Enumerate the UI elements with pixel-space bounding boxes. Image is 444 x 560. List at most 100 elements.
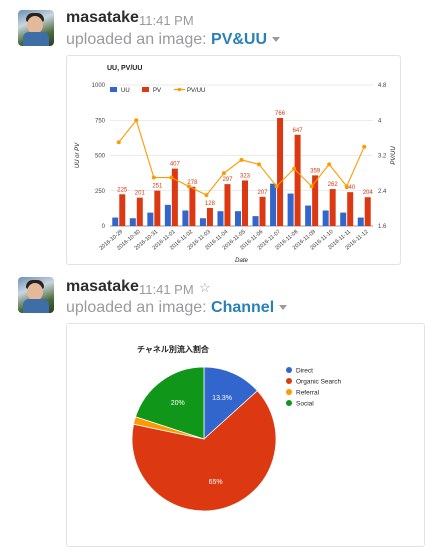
point-pvuu bbox=[292, 166, 297, 171]
point-pvuu bbox=[344, 184, 349, 189]
point-pvuu bbox=[239, 157, 244, 162]
legend-label-3: Social bbox=[296, 401, 314, 408]
bar-uu bbox=[252, 216, 259, 226]
upload-action-text: uploaded an image: bbox=[66, 299, 207, 316]
data-label-pv: 204 bbox=[363, 190, 374, 196]
slice-label-0: 13.3% bbox=[212, 395, 232, 402]
legend-swatch-1 bbox=[142, 87, 149, 92]
data-label-pv: 201 bbox=[135, 191, 146, 197]
y-tick-label-2: 500 bbox=[95, 154, 106, 160]
legend-swatch-3 bbox=[286, 400, 292, 406]
point-pvuu bbox=[186, 184, 191, 189]
data-label-pv: 407 bbox=[170, 162, 181, 168]
point-pvuu bbox=[274, 184, 279, 189]
point-pvuu bbox=[116, 140, 121, 145]
bar-uu bbox=[217, 211, 224, 226]
data-label-pv: 251 bbox=[152, 184, 163, 190]
bar-uu bbox=[270, 183, 277, 226]
data-label-pv: 207 bbox=[258, 190, 269, 196]
data-label-pv: 225 bbox=[117, 187, 128, 193]
bar-pv bbox=[347, 192, 354, 226]
bar-uu bbox=[357, 217, 364, 226]
upload-line: uploaded an image: PV&UU bbox=[66, 31, 281, 49]
y-tick-label-0: 0 bbox=[102, 224, 106, 230]
bar-pv bbox=[277, 117, 284, 226]
bar-uu bbox=[182, 210, 189, 226]
upload-action-text: uploaded an image: bbox=[66, 31, 207, 48]
bar-pv bbox=[154, 190, 161, 226]
legend-swatch-0 bbox=[110, 87, 117, 92]
avatar[interactable] bbox=[18, 277, 54, 313]
bar-uu bbox=[287, 193, 294, 226]
combo-chart: UU, PV/UU UU PV PV/UU 0 250 500 750 1000 1.6 2.4 3.… bbox=[75, 65, 397, 264]
slice-label-3: 20% bbox=[171, 400, 185, 407]
point-pvuu bbox=[204, 193, 209, 198]
legend-label-1: Organic Search bbox=[296, 379, 342, 386]
legend-swatch-0 bbox=[286, 367, 292, 373]
avatar-body bbox=[23, 299, 49, 313]
point-pvuu bbox=[362, 144, 367, 149]
y-axis-label: UU or PV bbox=[75, 142, 81, 168]
legend-label-0: UU bbox=[121, 88, 130, 94]
y2-tick-label-0: 1.6 bbox=[378, 224, 387, 230]
avatar[interactable] bbox=[18, 10, 54, 46]
image-attachment[interactable]: UU, PV/UU UU PV PV/UU 0 250 500 750 1000 1.6 2.4 3.… bbox=[66, 55, 401, 265]
y-tick-label-4: 1000 bbox=[92, 83, 106, 89]
bar-pv bbox=[242, 180, 248, 226]
bar-pv bbox=[259, 196, 266, 226]
bar-uu bbox=[235, 211, 241, 226]
legend-label-0: Direct bbox=[296, 368, 313, 375]
bar-pv bbox=[206, 207, 213, 226]
y-tick-label-3: 750 bbox=[95, 118, 106, 124]
chevron-down-icon[interactable] bbox=[279, 305, 288, 311]
legend-label-1: PV bbox=[153, 88, 161, 94]
chart-title: チャネル別流入割合 bbox=[137, 344, 210, 354]
bar-uu bbox=[112, 217, 119, 226]
bar-pv bbox=[312, 175, 319, 226]
bar-uu bbox=[340, 212, 347, 226]
y2-tick-label-1: 2.4 bbox=[378, 189, 387, 195]
bar-pv bbox=[364, 197, 371, 226]
point-pvuu bbox=[134, 118, 139, 123]
data-label-pv: 128 bbox=[205, 201, 216, 207]
author-name[interactable]: masatake bbox=[66, 9, 139, 27]
bar-uu bbox=[305, 205, 312, 226]
star-outline-icon[interactable]: ☆ bbox=[199, 280, 211, 296]
timestamp[interactable]: 11:41 PM bbox=[139, 13, 194, 28]
author-name[interactable]: masatake bbox=[66, 278, 139, 296]
bar-uu bbox=[199, 218, 206, 226]
legend-marker-2 bbox=[177, 87, 182, 92]
y-tick-label-1: 250 bbox=[95, 189, 106, 195]
point-pvuu bbox=[169, 175, 174, 180]
timestamp[interactable]: 11:41 PM bbox=[139, 282, 194, 297]
bar-pv bbox=[189, 186, 196, 226]
legend-swatch-1 bbox=[286, 378, 292, 384]
point-pvuu bbox=[221, 171, 226, 176]
y2-tick-label-3: 4 bbox=[378, 118, 382, 124]
image-attachment[interactable]: チャネル別流入割合 13.3% 65% 20% Direct Organic Search… bbox=[66, 323, 425, 547]
y2-tick-label-4: 4.8 bbox=[378, 83, 387, 89]
file-name-link[interactable]: Channel bbox=[211, 299, 274, 316]
data-label-pv: 323 bbox=[240, 173, 251, 179]
bar-pv bbox=[119, 194, 126, 226]
data-label-pv: 297 bbox=[222, 177, 233, 183]
bar-uu bbox=[322, 210, 329, 226]
data-label-pv: 359 bbox=[310, 168, 321, 174]
avatar-body bbox=[23, 32, 49, 46]
bar-pv bbox=[136, 197, 143, 226]
data-label-pv: 766 bbox=[275, 111, 286, 117]
data-label-pv: 262 bbox=[328, 182, 339, 188]
y2-tick-label-2: 3.2 bbox=[378, 154, 387, 160]
bar-uu bbox=[164, 204, 171, 226]
chart-title: UU, PV/UU bbox=[107, 65, 142, 72]
file-name-link[interactable]: PV&UU bbox=[211, 31, 267, 48]
legend-label-2: PV/UU bbox=[187, 88, 205, 94]
legend-label-2: Referral bbox=[296, 390, 320, 397]
slice-label-1: 65% bbox=[209, 479, 223, 486]
bar-pv bbox=[224, 184, 231, 226]
data-label-pv: 647 bbox=[293, 128, 304, 134]
legend-swatch-2 bbox=[286, 389, 292, 395]
chevron-down-icon[interactable] bbox=[272, 37, 281, 43]
point-pvuu bbox=[257, 162, 262, 167]
bar-pv bbox=[294, 134, 301, 226]
